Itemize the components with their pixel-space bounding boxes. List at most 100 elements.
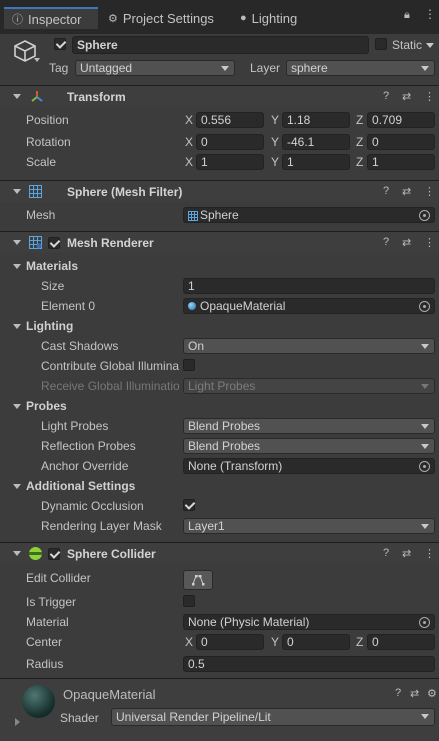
- object-picker-icon[interactable]: [419, 461, 430, 472]
- center-label: Center: [26, 635, 63, 649]
- object-name-input[interactable]: Sphere: [72, 36, 369, 54]
- active-checkbox[interactable]: [54, 38, 66, 50]
- sphere-collider-enabled-checkbox[interactable]: [48, 548, 60, 560]
- static-label: Static: [392, 38, 423, 52]
- foldout-arrow[interactable]: [13, 551, 21, 556]
- material-preview-panel: OpaqueMaterial ? ⇄ ⚙ Shader Universal Re…: [0, 678, 439, 741]
- tab-project-settings[interactable]: ⚙ Project Settings: [108, 7, 214, 29]
- radius-field[interactable]: 0.5: [183, 656, 435, 672]
- collider-material-value: None (Physic Material): [188, 615, 310, 629]
- edit-collider-button[interactable]: [183, 570, 213, 590]
- element0-object-field[interactable]: OpaqueMaterial: [183, 298, 435, 314]
- component-menu-icon[interactable]: ⋮: [424, 547, 435, 560]
- foldout-arrow[interactable]: [13, 94, 21, 99]
- material-icon: [188, 302, 196, 310]
- dynamic-occlusion-checkbox[interactable]: [183, 499, 195, 511]
- material-foldout-arrow[interactable]: [15, 718, 20, 726]
- lighting-section-label[interactable]: Lighting: [26, 319, 73, 333]
- static-dropdown-arrow[interactable]: [426, 43, 434, 48]
- component-menu-icon[interactable]: ⋮: [424, 90, 435, 103]
- mesh-renderer-enabled-checkbox[interactable]: [48, 237, 60, 249]
- position-x-field[interactable]: 0.556: [196, 112, 264, 128]
- presets-icon[interactable]: ⇄: [410, 687, 419, 700]
- mesh-object-field[interactable]: Sphere: [183, 207, 435, 223]
- help-icon[interactable]: ?: [383, 236, 389, 248]
- position-z-field[interactable]: 0.709: [367, 112, 435, 128]
- transform-icon: [30, 90, 44, 107]
- materials-size-field[interactable]: 1: [183, 278, 435, 294]
- tag-dropdown[interactable]: Untagged: [75, 60, 235, 76]
- lock-icon[interactable]: 🔒︎: [404, 9, 410, 22]
- transform-header[interactable]: Transform ? ⇄ ⋮: [0, 85, 439, 107]
- settings-icon[interactable]: ⚙: [427, 687, 437, 700]
- static-checkbox[interactable]: [375, 38, 387, 50]
- layer-label: Layer: [250, 61, 281, 75]
- lightbulb-icon: ●: [240, 12, 247, 24]
- rotation-z-field[interactable]: 0: [367, 134, 435, 150]
- materials-section-label[interactable]: Materials: [26, 259, 78, 273]
- center-y-label: Y: [271, 635, 280, 649]
- rotation-y-field[interactable]: -46.1: [282, 134, 350, 150]
- rotation-z-label: Z: [356, 135, 364, 149]
- layer-dropdown[interactable]: sphere: [286, 60, 435, 76]
- object-picker-icon[interactable]: [419, 210, 430, 221]
- mesh-filter-header[interactable]: Sphere (Mesh Filter) ? ⇄ ⋮: [0, 180, 439, 202]
- scale-y-field[interactable]: 1: [282, 154, 350, 170]
- help-icon[interactable]: ?: [383, 547, 389, 559]
- position-y-field[interactable]: 1.18: [282, 112, 350, 128]
- help-icon[interactable]: ?: [383, 185, 389, 197]
- component-menu-icon[interactable]: ⋮: [424, 236, 435, 249]
- additional-settings-section-label[interactable]: Additional Settings: [26, 479, 135, 493]
- foldout-arrow[interactable]: [13, 240, 21, 245]
- component-menu-icon[interactable]: ⋮: [424, 185, 435, 198]
- probes-section-label[interactable]: Probes: [26, 399, 67, 413]
- sphere-collider-header[interactable]: Sphere Collider ? ⇄ ⋮: [0, 542, 439, 564]
- mesh-icon: [188, 210, 198, 222]
- rendering-layer-mask-label: Rendering Layer Mask: [41, 519, 162, 533]
- reflection-probes-label: Reflection Probes: [41, 439, 136, 453]
- contribute-gi-checkbox[interactable]: [183, 359, 195, 371]
- mesh-renderer-header[interactable]: Mesh Renderer ? ⇄ ⋮: [0, 231, 439, 253]
- scale-z-label: Z: [356, 155, 364, 169]
- presets-icon[interactable]: ⇄: [402, 185, 411, 198]
- scale-x-field[interactable]: 1: [196, 154, 264, 170]
- more-menu-icon[interactable]: ⋮: [424, 7, 436, 21]
- tab-lighting[interactable]: ● Lighting: [240, 7, 297, 29]
- cast-shadows-dropdown[interactable]: On: [183, 338, 435, 354]
- shader-dropdown[interactable]: Universal Render Pipeline/Lit: [111, 708, 435, 726]
- lighting-foldout-arrow[interactable]: [13, 324, 21, 329]
- center-x-field[interactable]: 0: [196, 634, 264, 650]
- icon-dropdown-arrow[interactable]: [34, 58, 40, 62]
- tab-inspector[interactable]: ⓘ Inspector: [4, 7, 98, 29]
- receive-gi-value: Light Probes: [188, 379, 256, 393]
- contribute-gi-label: Contribute Global Illumina: [41, 359, 180, 373]
- light-probes-label: Light Probes: [41, 419, 109, 433]
- presets-icon[interactable]: ⇄: [402, 547, 411, 560]
- center-y-field[interactable]: 0: [282, 634, 350, 650]
- light-probes-dropdown[interactable]: Blend Probes: [183, 418, 435, 434]
- center-z-field[interactable]: 0: [367, 634, 435, 650]
- foldout-arrow[interactable]: [13, 189, 21, 194]
- scale-z-field[interactable]: 1: [367, 154, 435, 170]
- anchor-override-field[interactable]: None (Transform): [183, 458, 435, 474]
- material-name: OpaqueMaterial: [63, 687, 156, 702]
- mesh-renderer-icon: [29, 236, 42, 252]
- presets-icon[interactable]: ⇄: [402, 236, 411, 249]
- material-preview-sphere: [22, 685, 55, 718]
- rotation-x-field[interactable]: 0: [196, 134, 264, 150]
- materials-foldout-arrow[interactable]: [13, 264, 21, 269]
- help-icon[interactable]: ?: [395, 687, 401, 699]
- additional-settings-foldout-arrow[interactable]: [13, 484, 21, 489]
- is-trigger-checkbox[interactable]: [183, 595, 195, 607]
- help-icon[interactable]: ?: [383, 90, 389, 102]
- reflection-probes-dropdown[interactable]: Blend Probes: [183, 438, 435, 454]
- layer-value: sphere: [291, 61, 328, 75]
- object-picker-icon[interactable]: [419, 617, 430, 628]
- object-picker-icon[interactable]: [419, 301, 430, 312]
- rendering-layer-mask-dropdown[interactable]: Layer1: [183, 518, 435, 534]
- mesh-filter-title: Sphere (Mesh Filter): [67, 185, 183, 199]
- probes-foldout-arrow[interactable]: [13, 404, 21, 409]
- presets-icon[interactable]: ⇄: [402, 90, 411, 103]
- collider-material-field[interactable]: None (Physic Material): [183, 614, 435, 630]
- radius-label: Radius: [26, 657, 64, 671]
